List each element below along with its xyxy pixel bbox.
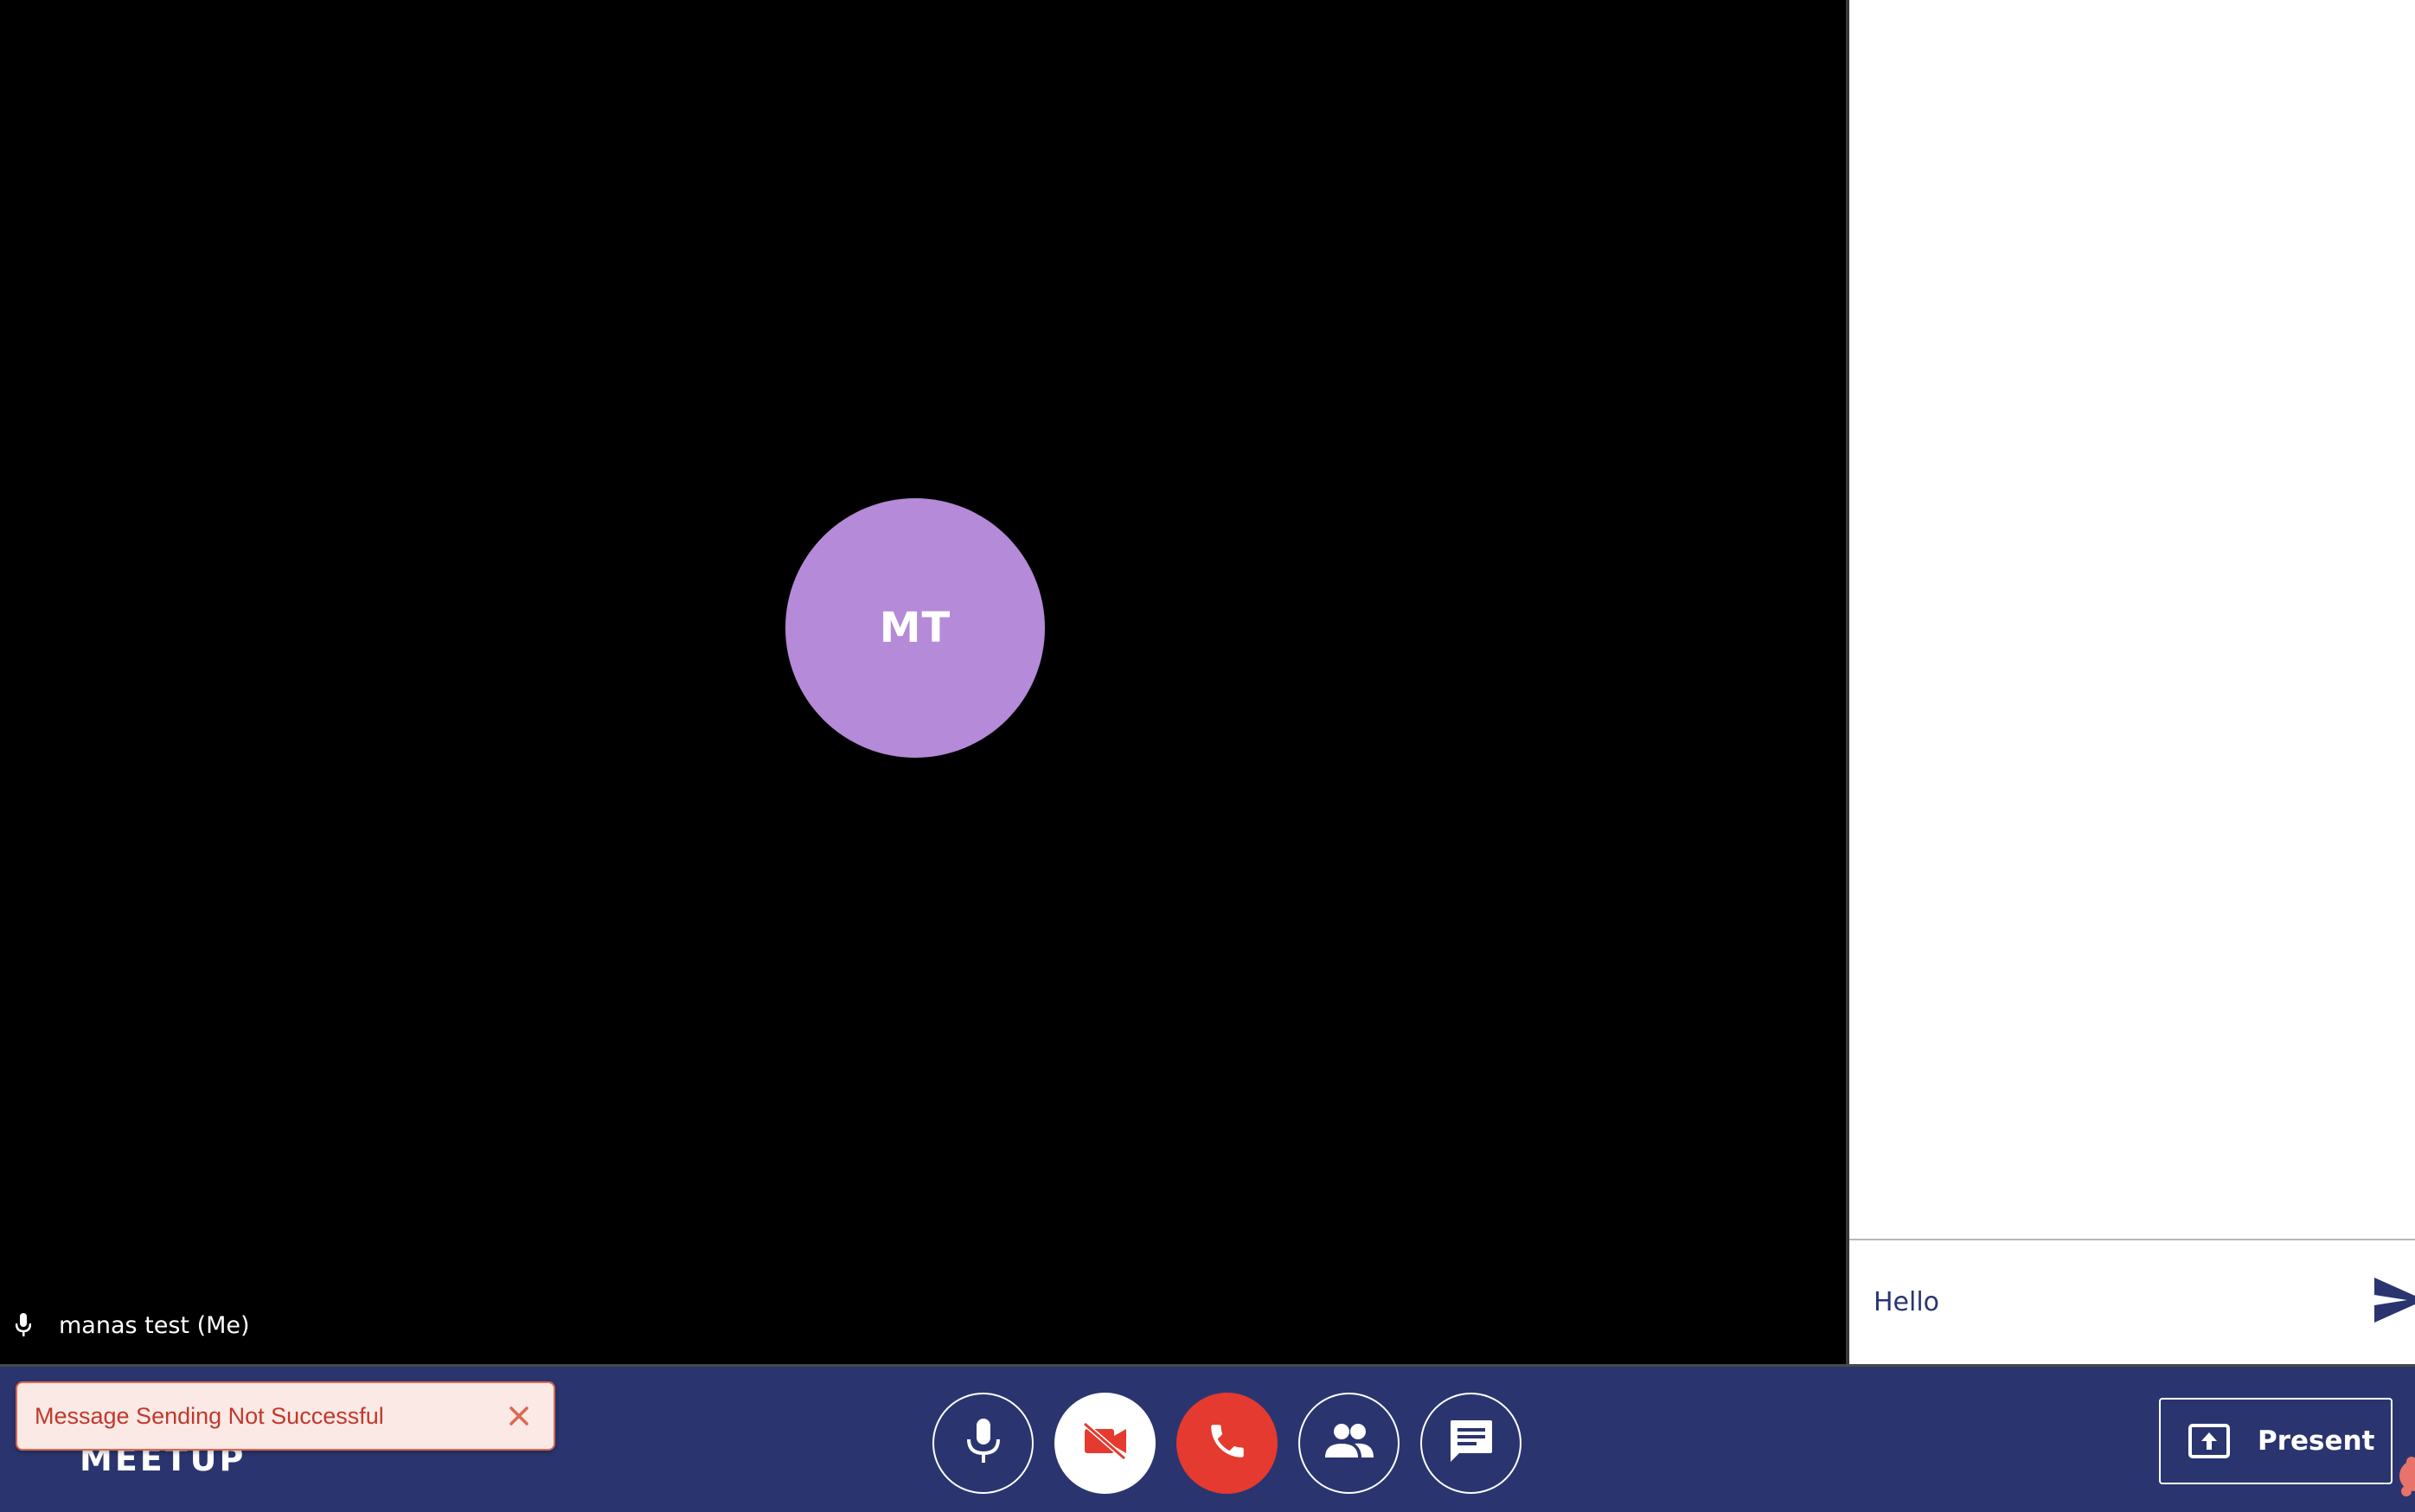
mic-button[interactable] <box>932 1393 1034 1494</box>
present-button[interactable]: Present <box>2159 1398 2393 1484</box>
mic-icon <box>12 1311 35 1339</box>
end-call-button[interactable] <box>1176 1393 1278 1494</box>
chat-input-divider <box>1849 1239 2415 1240</box>
avatar-initials: MT <box>879 604 951 652</box>
toast-message: Message Sending Not Successful <box>35 1402 384 1429</box>
bottom-toolbar: MEETUP Message Sending Not Successful Pr… <box>0 1364 2415 1512</box>
video-stage: MT manas test (Me) <box>0 0 1846 1364</box>
people-icon <box>1323 1423 1375 1464</box>
call-controls <box>932 1393 1521 1494</box>
participant-avatar: MT <box>785 498 1045 758</box>
error-toast: Message Sending Not Successful <box>16 1381 555 1451</box>
chat-panel <box>1849 0 2415 1367</box>
chat-icon <box>1449 1419 1494 1468</box>
participants-button[interactable] <box>1298 1393 1400 1494</box>
camera-toggle-button[interactable] <box>1054 1393 1156 1494</box>
present-to-all-icon <box>2188 1424 2230 1458</box>
participant-name: manas test (Me) <box>59 1311 250 1339</box>
phone-icon <box>1206 1419 1249 1467</box>
send-button[interactable] <box>2373 1272 2415 1332</box>
close-icon[interactable] <box>502 1399 536 1433</box>
send-icon <box>2373 1274 2415 1330</box>
mic-icon <box>966 1419 1001 1468</box>
videocam-off-icon <box>1081 1421 1130 1464</box>
help-widget-icon[interactable] <box>2393 1453 2415 1498</box>
present-label: Present <box>2258 1426 2375 1457</box>
chat-button[interactable] <box>1420 1393 1521 1494</box>
participant-name-tag: manas test (Me) <box>12 1311 250 1339</box>
chat-message-input[interactable] <box>1872 1272 2356 1332</box>
